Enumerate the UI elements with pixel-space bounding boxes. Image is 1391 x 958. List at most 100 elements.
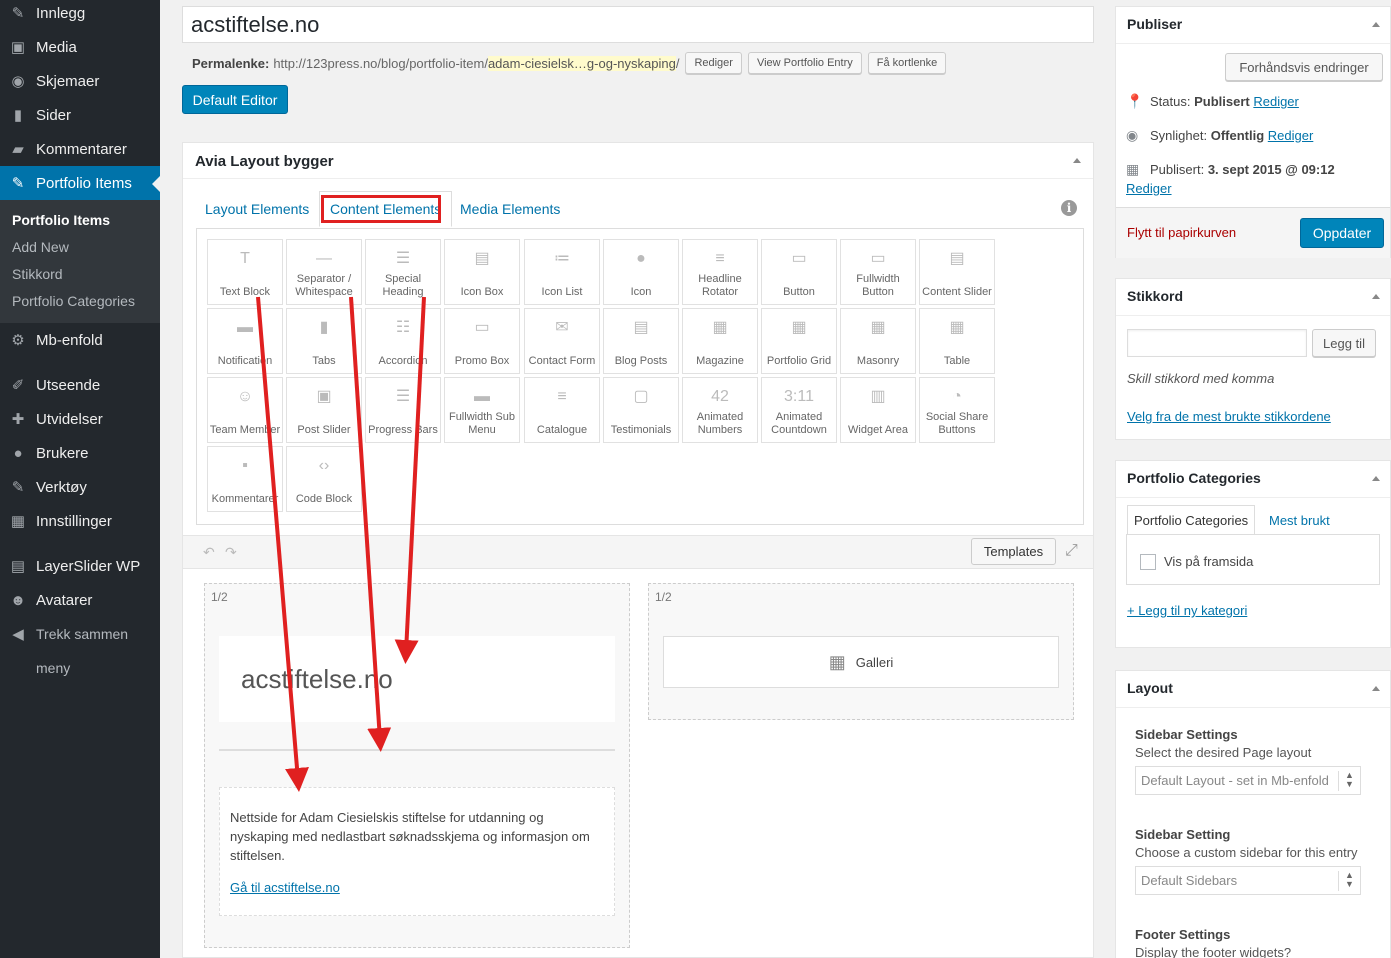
element-tile[interactable]: 42 Animated Numbers (682, 377, 758, 443)
submenu-portfolio-categories[interactable]: Portfolio Categories (12, 293, 135, 309)
post-title-input[interactable]: acstiftelse.no (182, 6, 1094, 43)
element-tile[interactable]: ▤ Blog Posts (603, 308, 679, 374)
column-half-right[interactable]: 1/2 ▦ Galleri (648, 583, 1074, 720)
edit-status-link[interactable]: Rediger (1253, 94, 1299, 109)
menu-item-innlegg[interactable]: ✎ Innlegg (0, 0, 160, 30)
menu-item-brukere[interactable]: ● Brukere (0, 436, 160, 470)
element-tile[interactable]: ▦ Magazine (682, 308, 758, 374)
get-shortlink-button[interactable]: Få kortlenke (867, 52, 947, 74)
menu-item-avatarer[interactable]: ☻ Avatarer (0, 583, 160, 617)
fullscreen-icon[interactable]: ⤢ (1065, 542, 1078, 560)
tab-media-elements[interactable]: Media Elements (450, 191, 570, 227)
edit-date-link[interactable]: Rediger (1126, 181, 1172, 196)
builder-collapse-icon[interactable] (1073, 158, 1081, 163)
element-tile[interactable]: ≔ Icon List (524, 239, 600, 305)
view-portfolio-entry-button[interactable]: View Portfolio Entry (747, 52, 862, 74)
element-tile[interactable]: ☰ Progress Bars (365, 377, 441, 443)
element-tile[interactable]: ▮ Tabs (286, 308, 362, 374)
element-tile[interactable]: ‹› Code Block (286, 446, 362, 512)
tags-collapse-icon[interactable] (1372, 294, 1380, 299)
menu-item-utvidelser[interactable]: ✚ Utvidelser (0, 402, 160, 436)
element-tile[interactable]: ▭ Fullwidth Button (840, 239, 916, 305)
element-tile[interactable]: ▬ Notification (207, 308, 283, 374)
element-tile[interactable]: ☺ Team Member (207, 377, 283, 443)
element-tile[interactable]: ▤ Content Slider (919, 239, 995, 305)
element-tile[interactable]: ▬ Fullwidth Sub Menu (444, 377, 520, 443)
submenu-stikkord[interactable]: Stikkord (12, 266, 63, 282)
redo-icon[interactable]: ↷ (225, 544, 237, 561)
preview-changes-button[interactable]: Forhåndsvis endringer (1225, 53, 1383, 81)
settings-icon: ▦ (10, 513, 26, 530)
menu-item-collapse[interactable]: ◀ Trekk sammen (0, 617, 160, 651)
element-tile[interactable]: ▦ Masonry (840, 308, 916, 374)
menu-item-verktoy[interactable]: ✎ Verktøy (0, 470, 160, 504)
gallery-block[interactable]: ▦ Galleri (663, 636, 1059, 688)
element-tile[interactable]: ☰ Special Heading (365, 239, 441, 305)
element-tile[interactable]: ☷ Accordion (365, 308, 441, 374)
trash-link[interactable]: Flytt til papirkurven (1127, 225, 1236, 240)
publish-collapse-icon[interactable] (1372, 22, 1380, 27)
menu-item-utseende[interactable]: ✐ Utseende (0, 368, 160, 402)
menu-item-sider[interactable]: ▮ Sider (0, 98, 160, 132)
custom-sidebar-select[interactable]: Default Sidebars ▲ ▼ (1135, 866, 1361, 895)
default-editor-button[interactable]: Default Editor (182, 85, 288, 114)
permalink-slug[interactable]: adam-ciesielsk…g-og-nyskaping (487, 55, 676, 71)
avia-layout-builder: Avia Layout bygger Layout Elements Conte… (182, 142, 1094, 958)
page-layout-select[interactable]: Default Layout - set in Mb-enfold ▲ ▼ (1135, 766, 1361, 795)
element-icon: ‹› (318, 457, 330, 474)
element-tile[interactable]: ▦ Table (919, 308, 995, 374)
layout-collapse-icon[interactable] (1372, 686, 1380, 691)
add-category-link[interactable]: + Legg til ny kategori (1127, 603, 1247, 618)
category-checkbox[interactable] (1140, 554, 1156, 570)
column-half-left[interactable]: 1/2 acstiftelse.no Nettside for Adam Cie… (204, 583, 630, 948)
element-tile[interactable]: ◔ Social Share Buttons (919, 377, 995, 443)
menu-item-mb-enfold[interactable]: ⚙ Mb-enfold (0, 323, 160, 357)
element-tile[interactable]: 3:11 Animated Countdown (761, 377, 837, 443)
tab-layout-elements[interactable]: Layout Elements (195, 191, 319, 227)
categories-collapse-icon[interactable] (1372, 476, 1380, 481)
tab-most-used[interactable]: Mest brukt (1263, 505, 1336, 535)
element-tile[interactable]: ▭ Promo Box (444, 308, 520, 374)
menu-item-kommentarer[interactable]: ▰ Kommentarer (0, 132, 160, 166)
menu-item-media[interactable]: ▣ Media (0, 30, 160, 64)
element-tile[interactable]: ▢ Testimonials (603, 377, 679, 443)
element-tile[interactable]: ▣ Post Slider (286, 377, 362, 443)
update-button[interactable]: Oppdater (1300, 218, 1384, 248)
edit-visibility-link[interactable]: Rediger (1268, 128, 1314, 143)
separator-block[interactable] (219, 749, 615, 751)
undo-icon[interactable]: ↶ (203, 544, 215, 561)
permalink-base[interactable]: http://123press.no/blog/portfolio-item/ (273, 56, 488, 71)
element-label: Icon Box (460, 286, 504, 298)
text-block[interactable]: Nettside for Adam Ciesielskis stiftelse … (219, 787, 615, 916)
element-tile[interactable]: ≡ Catalogue (524, 377, 600, 443)
info-icon[interactable]: i (1061, 200, 1077, 216)
element-label: Code Block (295, 493, 353, 505)
element-tile[interactable]: T Text Block (207, 239, 283, 305)
menu-item-portfolio-items[interactable]: ✎ Portfolio Items (0, 166, 160, 200)
add-tag-button[interactable]: Legg til (1312, 329, 1376, 357)
element-tile[interactable]: ✉ Contact Form (524, 308, 600, 374)
menu-item-skjemaer[interactable]: ◉ Skjemaer (0, 64, 160, 98)
menu-item-innstillinger[interactable]: ▦ Innstillinger (0, 504, 160, 538)
element-tile[interactable]: ▪ Kommentarer (207, 446, 283, 512)
element-tile[interactable]: — Separator / Whitespace (286, 239, 362, 305)
element-tile[interactable]: ● Icon (603, 239, 679, 305)
element-tile[interactable]: ▤ Icon Box (444, 239, 520, 305)
text-block-link[interactable]: Gå til acstiftelse.no (230, 878, 604, 897)
element-tile[interactable]: ≡ Headline Rotator (682, 239, 758, 305)
element-tile[interactable]: ▦ Portfolio Grid (761, 308, 837, 374)
menu-item-layerslider[interactable]: ▤ LayerSlider WP (0, 549, 160, 583)
submenu-portfolio-items[interactable]: Portfolio Items (12, 212, 110, 228)
element-tile[interactable]: ▥ Widget Area (840, 377, 916, 443)
templates-button[interactable]: Templates (971, 538, 1056, 565)
special-heading-block[interactable]: acstiftelse.no (219, 636, 615, 722)
element-tile[interactable]: ▭ Button (761, 239, 837, 305)
column-size-label: 1/2 (655, 590, 672, 604)
submenu-add-new[interactable]: Add New (12, 239, 69, 255)
tab-all-categories[interactable]: Portfolio Categories (1127, 505, 1256, 535)
tags-input[interactable] (1127, 329, 1307, 357)
wrench-icon: ✎ (11, 479, 25, 496)
tags-title: Stikkord (1127, 288, 1184, 304)
edit-permalink-button[interactable]: Rediger (685, 52, 742, 74)
choose-tags-link[interactable]: Velg fra de mest brukte stikkordene (1127, 409, 1331, 424)
